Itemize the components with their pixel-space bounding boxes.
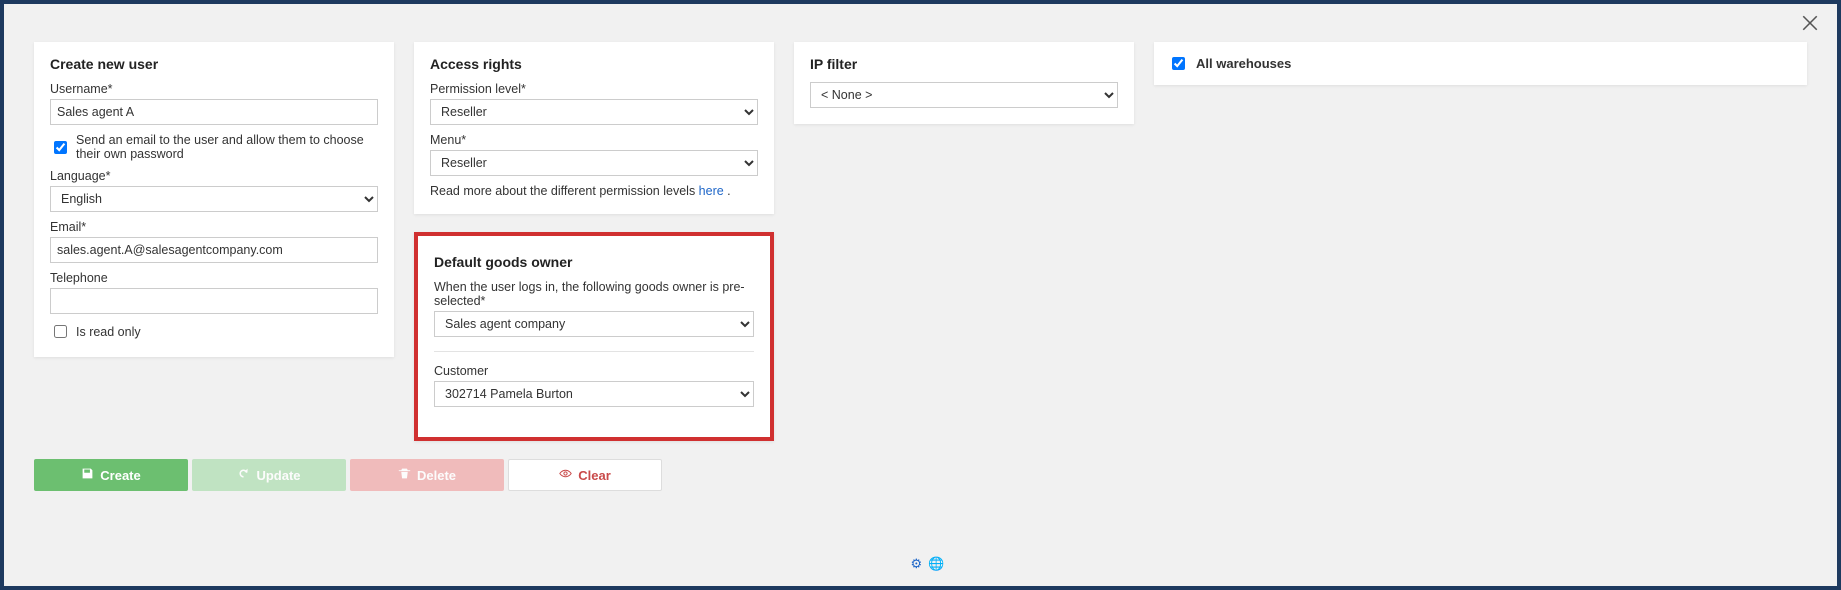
readonly-label: Is read only xyxy=(76,325,141,339)
delete-button-label: Delete xyxy=(417,468,456,483)
dialog-frame: Create new user Username* Send an email … xyxy=(4,4,1837,586)
clear-button[interactable]: Clear xyxy=(508,459,662,491)
all-warehouses-checkbox[interactable] xyxy=(1172,57,1185,70)
panel-title-ip-filter: IP filter xyxy=(810,56,1118,72)
action-button-row: Create Update Delete Clear xyxy=(34,459,1807,491)
menu-select[interactable]: Reseller xyxy=(430,150,758,176)
permission-help-link[interactable]: here xyxy=(699,184,724,198)
telephone-label: Telephone xyxy=(50,271,378,285)
panel-title-goods-owner: Default goods owner xyxy=(434,254,754,270)
close-icon[interactable] xyxy=(1801,14,1819,32)
save-icon xyxy=(81,467,94,483)
customer-label: Customer xyxy=(434,364,754,378)
globe-icon[interactable]: 🌐 xyxy=(928,556,944,572)
trash-icon xyxy=(398,467,411,483)
send-email-checkbox[interactable] xyxy=(54,141,67,154)
goods-owner-preselect-label: When the user logs in, the following goo… xyxy=(434,280,754,308)
readonly-checkbox[interactable] xyxy=(54,325,67,338)
divider xyxy=(434,351,754,352)
layout-columns: Create new user Username* Send an email … xyxy=(34,42,1807,441)
panel-default-goods-owner: Default goods owner When the user logs i… xyxy=(414,232,774,441)
language-select[interactable]: English xyxy=(50,186,378,212)
clear-button-label: Clear xyxy=(578,468,611,483)
panel-title-create-user: Create new user xyxy=(50,56,378,72)
customer-select[interactable]: 302714 Pamela Burton xyxy=(434,381,754,407)
footer-icons: ⚙ 🌐 xyxy=(911,556,945,572)
panel-title-access-rights: Access rights xyxy=(430,56,758,72)
panel-warehouses: All warehouses xyxy=(1154,42,1807,85)
refresh-icon xyxy=(237,467,250,483)
permission-select[interactable]: Reseller xyxy=(430,99,758,125)
delete-button: Delete xyxy=(350,459,504,491)
send-email-label: Send an email to the user and allow them… xyxy=(76,133,378,161)
create-button-label: Create xyxy=(100,468,140,483)
permission-help-text: Read more about the different permission… xyxy=(430,184,758,198)
all-warehouses-label: All warehouses xyxy=(1196,56,1291,71)
menu-label: Menu* xyxy=(430,133,758,147)
create-button[interactable]: Create xyxy=(34,459,188,491)
username-label: Username* xyxy=(50,82,378,96)
panel-create-user: Create new user Username* Send an email … xyxy=(34,42,394,357)
permission-label: Permission level* xyxy=(430,82,758,96)
ip-filter-select[interactable]: < None > xyxy=(810,82,1118,108)
update-button: Update xyxy=(192,459,346,491)
username-input[interactable] xyxy=(50,99,378,125)
update-button-label: Update xyxy=(256,468,300,483)
telephone-input[interactable] xyxy=(50,288,378,314)
panel-access-rights: Access rights Permission level* Reseller… xyxy=(414,42,774,214)
email-input[interactable] xyxy=(50,237,378,263)
email-label: Email* xyxy=(50,220,378,234)
language-label: Language* xyxy=(50,169,378,183)
eye-icon xyxy=(559,467,572,483)
gear-icon[interactable]: ⚙ xyxy=(911,556,923,572)
panel-ip-filter: IP filter < None > xyxy=(794,42,1134,124)
goods-owner-select[interactable]: Sales agent company xyxy=(434,311,754,337)
